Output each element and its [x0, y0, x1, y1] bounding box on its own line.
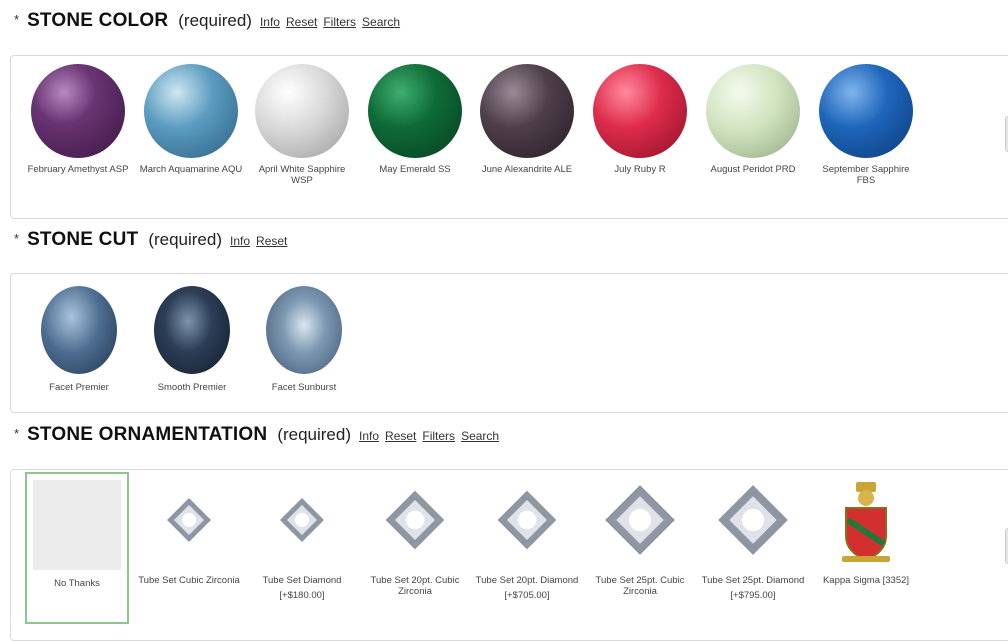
stone-ornamentation-info-link[interactable]: Info — [359, 429, 379, 443]
stone-color-search-link[interactable]: Search — [362, 15, 400, 29]
color-option-may-emerald[interactable]: May Emerald SS — [363, 64, 467, 175]
ruby-gem-icon — [593, 64, 687, 158]
cut-option-facet-sunburst[interactable]: Facet Sunburst — [256, 286, 352, 393]
facet-premier-stone-icon — [41, 286, 117, 374]
amethyst-gem-icon — [31, 64, 125, 158]
color-option-label: May Emerald SS — [379, 164, 451, 175]
color-option-label: August Peridot PRD — [710, 164, 796, 175]
stone-cut-header: * STONE CUT (required) Info Reset — [14, 229, 287, 251]
diamond-icon — [497, 490, 557, 550]
smooth-premier-stone-icon — [154, 286, 230, 374]
color-option-label: July Ruby R — [614, 164, 666, 175]
color-option-label: June Alexandrite ALE — [481, 164, 573, 175]
ornament-option-tube-set-20pt-diamond[interactable]: Tube Set 20pt. Diamond [+$705.00] — [475, 480, 579, 601]
stone-color-panel: February Amethyst ASP March Aquamarine A… — [10, 55, 1008, 219]
stone-cut-panel: Facet Premier Smooth Premier Facet Sunbu… — [10, 273, 1008, 413]
ornament-option-label: Tube Set 25pt. Diamond — [701, 575, 805, 586]
alexandrite-gem-icon — [480, 64, 574, 158]
diamond-icon — [385, 490, 445, 550]
ornament-option-price: [+$705.00] — [504, 590, 550, 601]
ornament-option-tube-set-25pt-cz[interactable]: Tube Set 25pt. Cubic Zirconia — [588, 480, 692, 597]
diamond-icon — [605, 485, 675, 555]
cut-option-label: Facet Sunburst — [271, 382, 337, 393]
ornament-option-tube-set-25pt-diamond[interactable]: Tube Set 25pt. Diamond [+$795.00] — [701, 480, 805, 601]
color-option-april-white-sapphire[interactable]: April White Sapphire WSP — [250, 64, 354, 186]
stone-cut-required: (required) — [148, 230, 223, 249]
ornament-option-label: No Thanks — [54, 578, 100, 589]
color-option-june-alexandrite[interactable]: June Alexandrite ALE — [475, 64, 579, 175]
ornament-option-label: Tube Set Diamond — [262, 575, 342, 586]
color-option-february-amethyst[interactable]: February Amethyst ASP — [26, 64, 130, 175]
ornament-option-price: [+$180.00] — [279, 590, 325, 601]
stone-ornamentation-panel: No Thanks Tube Set Cubic Zirconia Tube S… — [10, 469, 1008, 641]
kappa-sigma-crest-icon — [842, 482, 890, 562]
stone-ornamentation-title: STONE ORNAMENTATION — [27, 424, 268, 445]
color-option-july-ruby[interactable]: July Ruby R — [588, 64, 692, 175]
ornament-option-label: Tube Set 20pt. Cubic Zirconia — [370, 575, 460, 597]
color-option-march-aquamarine[interactable]: March Aquamarine AQU — [139, 64, 243, 175]
ornament-option-tube-set-cz[interactable]: Tube Set Cubic Zirconia — [137, 480, 241, 586]
diamond-icon — [167, 498, 211, 542]
stone-ornamentation-filters-link[interactable]: Filters — [422, 429, 455, 443]
color-option-label: September Sapphire FBS — [822, 164, 910, 186]
ornament-option-label: Tube Set 20pt. Diamond — [475, 575, 579, 586]
required-asterisk: * — [14, 426, 20, 441]
ornament-option-tube-set-20pt-cz[interactable]: Tube Set 20pt. Cubic Zirconia — [363, 480, 467, 597]
ornament-option-label: Tube Set 25pt. Cubic Zirconia — [595, 575, 685, 597]
stone-ornamentation-header: * STONE ORNAMENTATION (required) Info Re… — [14, 424, 499, 446]
stone-cut-reset-link[interactable]: Reset — [256, 234, 287, 248]
cut-option-smooth-premier[interactable]: Smooth Premier — [144, 286, 240, 393]
color-option-label: April White Sapphire WSP — [258, 164, 346, 186]
facet-sunburst-stone-icon — [266, 286, 342, 374]
sapphire-gem-icon — [819, 64, 913, 158]
stone-ornamentation-required: (required) — [277, 425, 352, 444]
diamond-icon — [280, 498, 324, 542]
peridot-gem-icon — [706, 64, 800, 158]
no-thanks-placeholder-image — [33, 480, 121, 570]
color-option-label: March Aquamarine AQU — [139, 164, 243, 175]
cut-option-facet-premier[interactable]: Facet Premier — [31, 286, 127, 393]
stone-cut-title: STONE CUT — [27, 229, 139, 250]
stone-ornamentation-search-link[interactable]: Search — [461, 429, 499, 443]
diamond-icon — [718, 485, 788, 555]
ornament-option-kappa-sigma[interactable]: Kappa Sigma [3352] — [814, 480, 918, 586]
ornament-option-no-thanks[interactable]: No Thanks — [25, 472, 129, 624]
color-option-september-sapphire[interactable]: September Sapphire FBS — [814, 64, 918, 186]
stone-ornamentation-reset-link[interactable]: Reset — [385, 429, 416, 443]
white-sapphire-gem-icon — [255, 64, 349, 158]
cut-option-label: Facet Premier — [49, 382, 109, 393]
stone-color-reset-link[interactable]: Reset — [286, 15, 317, 29]
stone-color-filters-link[interactable]: Filters — [323, 15, 356, 29]
ornament-option-label: Kappa Sigma [3352] — [822, 575, 910, 586]
cut-option-label: Smooth Premier — [157, 382, 227, 393]
ornament-option-label: Tube Set Cubic Zirconia — [138, 575, 240, 586]
aquamarine-gem-icon — [144, 64, 238, 158]
emerald-gem-icon — [368, 64, 462, 158]
required-asterisk: * — [14, 231, 20, 246]
required-asterisk: * — [14, 12, 20, 27]
stone-color-title: STONE COLOR — [27, 10, 169, 31]
ornament-option-price: [+$795.00] — [730, 590, 776, 601]
color-option-label: February Amethyst ASP — [27, 164, 129, 175]
stone-color-required: (required) — [178, 11, 252, 30]
stone-cut-info-link[interactable]: Info — [230, 234, 250, 248]
stone-color-info-link[interactable]: Info — [260, 15, 280, 29]
ornament-option-tube-set-diamond[interactable]: Tube Set Diamond [+$180.00] — [250, 480, 354, 601]
stone-color-header: * STONE COLOR (required) Info Reset Filt… — [14, 10, 400, 32]
color-option-august-peridot[interactable]: August Peridot PRD — [701, 64, 805, 175]
